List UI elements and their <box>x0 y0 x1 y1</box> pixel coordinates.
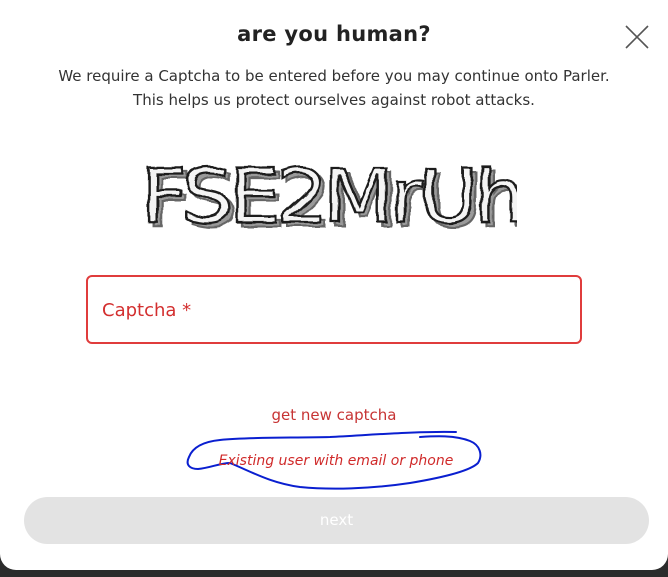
next-button[interactable]: next <box>24 497 649 544</box>
dialog-description-line2: This helps us protect ourselves against … <box>133 91 535 109</box>
captcha-dialog: are you human? We require a Captcha to b… <box>0 0 668 570</box>
dialog-title: are you human? <box>237 22 431 46</box>
captcha-text: FSE2MrUh <box>145 153 517 240</box>
captcha-input[interactable] <box>88 277 580 342</box>
get-new-captcha-link[interactable]: get new captcha <box>0 406 668 424</box>
close-icon <box>625 25 649 49</box>
dialog-description-line1: We require a Captcha to be entered befor… <box>58 67 610 85</box>
existing-user-link[interactable]: Existing user with email or phone <box>0 453 668 469</box>
close-button[interactable] <box>622 22 652 52</box>
captcha-field[interactable]: Captcha * <box>86 275 582 344</box>
captcha-image: FSE2MrUh FSE2MrUh <box>145 152 517 240</box>
